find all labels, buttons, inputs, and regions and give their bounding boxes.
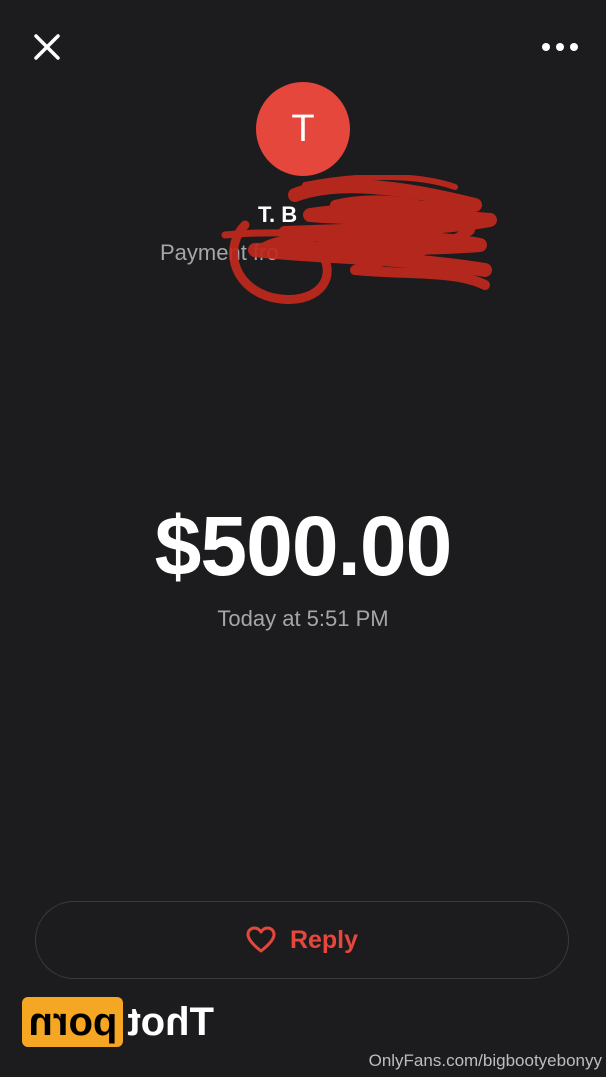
- heart-icon: [246, 926, 276, 953]
- payment-amount: $500.00: [154, 499, 453, 593]
- reply-button[interactable]: Reply: [35, 901, 569, 979]
- watermark-logo-porn: porn: [22, 997, 124, 1047]
- watermark-logo-thot: Thot: [127, 1000, 214, 1044]
- close-icon[interactable]: [30, 30, 64, 64]
- more-options-button[interactable]: [540, 36, 580, 58]
- avatar[interactable]: T: [256, 82, 350, 176]
- more-horizontal-icon[interactable]: [540, 36, 580, 58]
- avatar-initial: T: [291, 107, 315, 150]
- redaction-scribble: [221, 175, 497, 304]
- reply-label: Reply: [289, 925, 359, 954]
- payment-timestamp: Today at 5:51 PM: [217, 606, 389, 631]
- watermark-url: OnlyFans.com/bigbootyebonyy: [368, 1051, 602, 1070]
- watermark-logo: Thot porn: [22, 997, 214, 1047]
- close-button[interactable]: [30, 30, 64, 64]
